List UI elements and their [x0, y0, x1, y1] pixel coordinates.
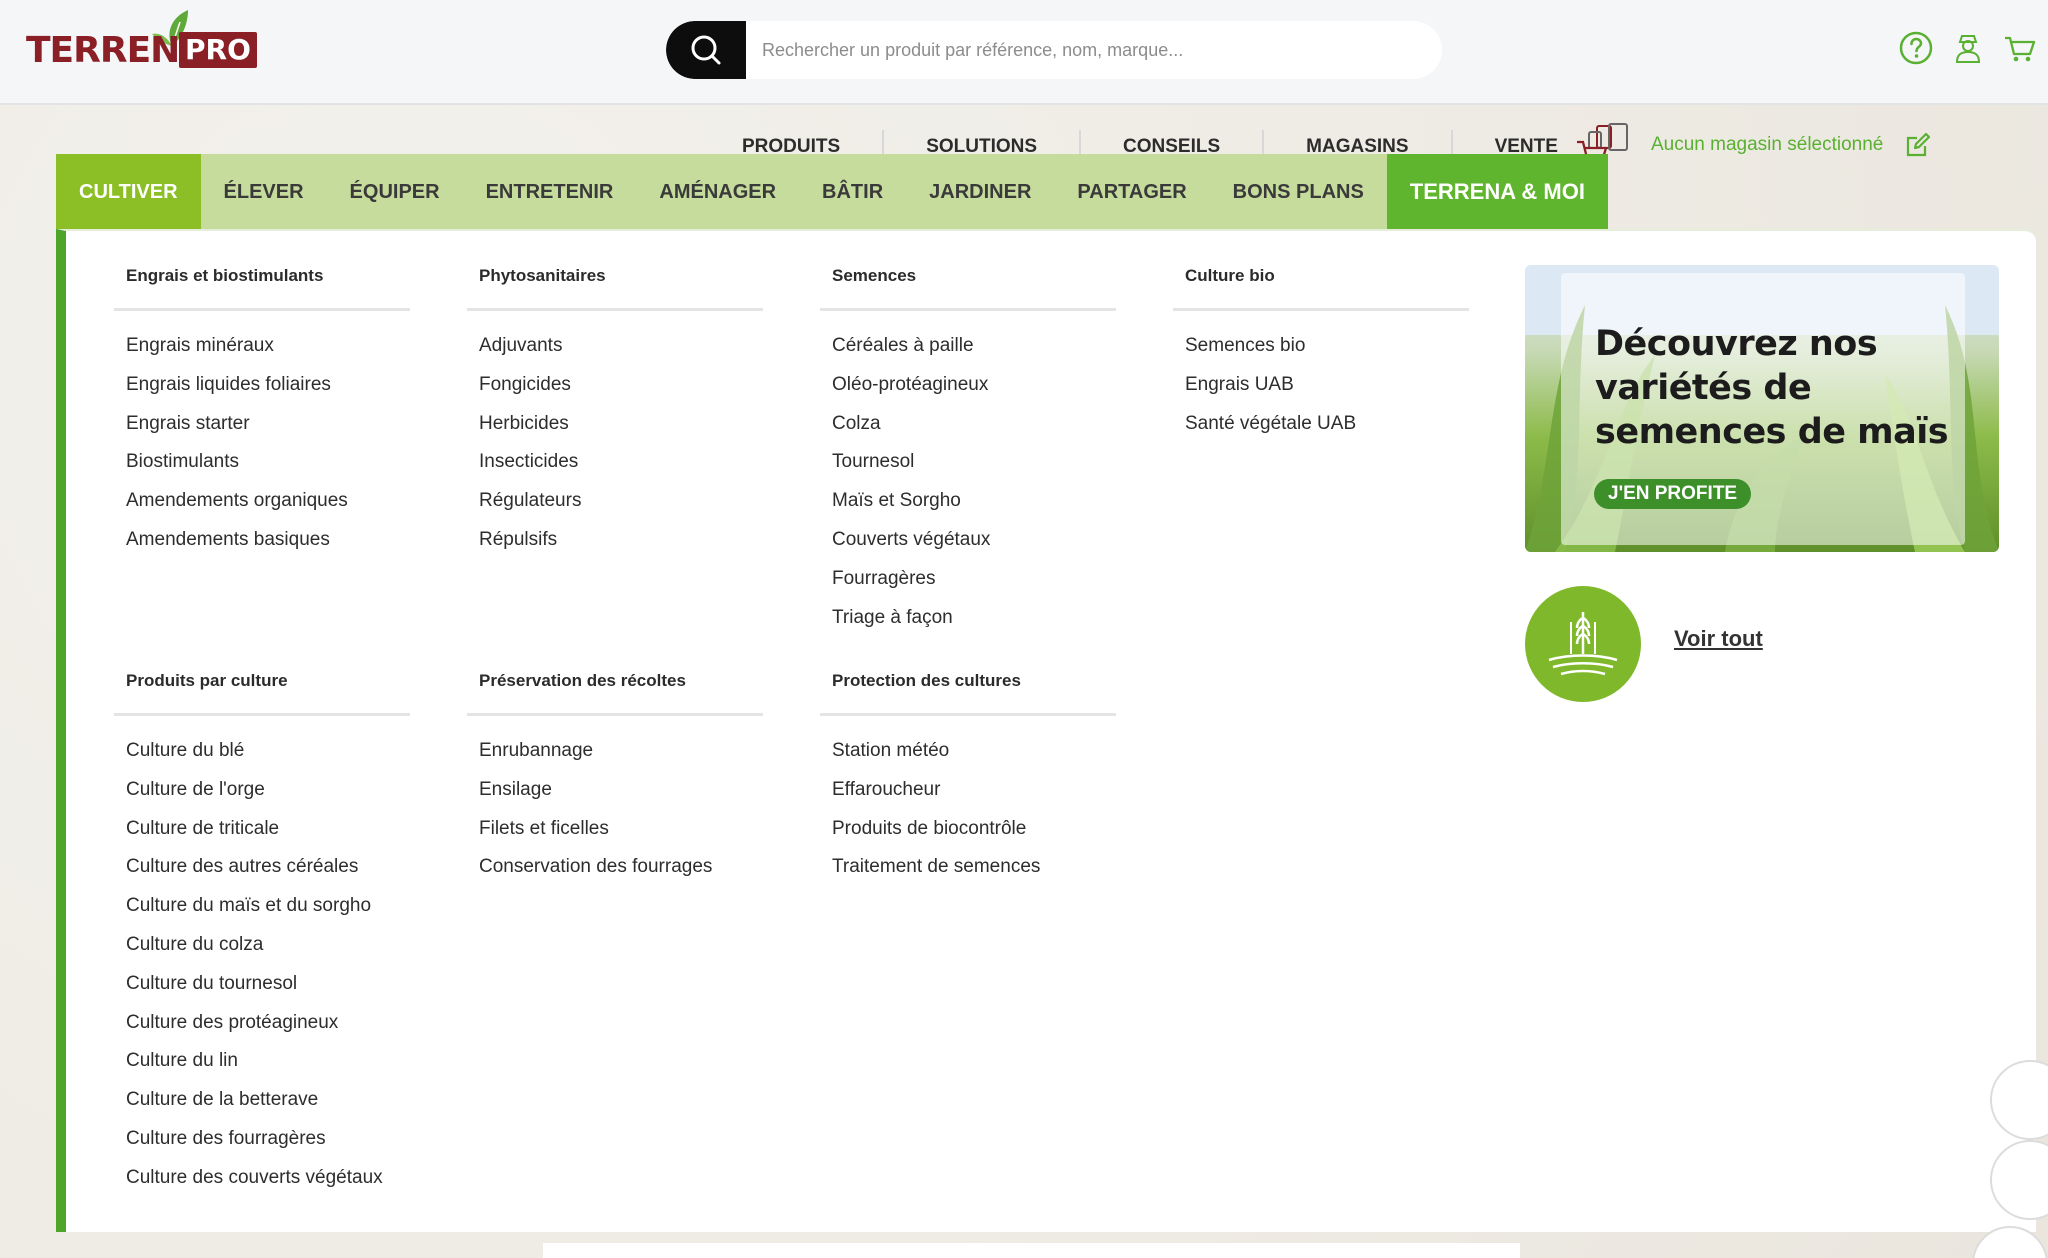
cart-icon[interactable] [2002, 30, 2038, 66]
category-link[interactable]: Régulateurs [479, 482, 763, 521]
category-link[interactable]: Colza [832, 405, 1116, 444]
menu-item-terrena-moi[interactable]: TERRENA & MOI [1386, 154, 1608, 230]
menu-item-jardiner[interactable]: JARDINER [906, 154, 1054, 230]
search-bar [666, 21, 1442, 79]
category-title[interactable]: Semences [820, 261, 1116, 311]
search-icon [691, 35, 721, 65]
category-link[interactable]: Produits de biocontrôle [832, 810, 1116, 849]
category-link[interactable]: Station météo [832, 732, 1116, 771]
category-link[interactable]: Engrais liquides foliaires [126, 366, 410, 405]
category-list: Enrubannage Ensilage Filets et ficelles … [467, 732, 763, 887]
category-title[interactable]: Engrais et biostimulants [114, 261, 410, 311]
category-list: Culture du blé Culture de l'orge Culture… [114, 732, 410, 1198]
category-link[interactable]: Adjuvants [479, 327, 763, 366]
voir-tout-link[interactable]: Voir tout [1674, 626, 1763, 652]
category-link[interactable]: Culture des protéagineux [126, 1004, 410, 1043]
category-column: Préservation des récoltes Enrubannage En… [467, 666, 763, 887]
category-column: Semences Céréales à paille Oléo-protéagi… [820, 261, 1116, 637]
category-list: Semences bio Engrais UAB Santé végétale … [1173, 327, 1469, 443]
category-list: Engrais minéraux Engrais liquides foliai… [114, 327, 410, 560]
category-link[interactable]: Traitement de semences [832, 848, 1116, 887]
category-link[interactable]: Oléo-protéagineux [832, 366, 1116, 405]
category-link[interactable]: Effaroucheur [832, 771, 1116, 810]
site-header: TERRENA PRO [0, 0, 2048, 105]
store-selector[interactable]: Aucun magasin sélectionné [1575, 122, 1931, 168]
category-list: Céréales à paille Oléo-protéagineux Colz… [820, 327, 1116, 637]
category-link[interactable]: Culture des fourragères [126, 1120, 410, 1159]
category-link[interactable]: Culture du tournesol [126, 965, 410, 1004]
account-icon[interactable] [1950, 30, 1986, 66]
category-link[interactable]: Semences bio [1185, 327, 1469, 366]
page-content-strip [543, 1243, 1520, 1258]
category-link[interactable]: Engrais UAB [1185, 366, 1469, 405]
menu-item-bons-plans[interactable]: BONS PLANS [1210, 154, 1387, 230]
category-link[interactable]: Culture du blé [126, 732, 410, 771]
category-column: Culture bio Semences bio Engrais UAB San… [1173, 261, 1469, 443]
category-link[interactable]: Ensilage [479, 771, 763, 810]
category-link[interactable]: Culture des autres céréales [126, 848, 410, 887]
voir-tout-illustration[interactable] [1525, 586, 1641, 702]
category-column: Produits par culture Culture du blé Cult… [114, 666, 410, 1198]
category-link[interactable]: Engrais minéraux [126, 327, 410, 366]
search-button[interactable] [666, 21, 746, 79]
category-link[interactable]: Santé végétale UAB [1185, 405, 1469, 444]
category-column: Phytosanitaires Adjuvants Fongicides Her… [467, 261, 763, 560]
category-link[interactable]: Fourragères [832, 560, 1116, 599]
category-column: Engrais et biostimulants Engrais minérau… [114, 261, 410, 560]
category-link[interactable]: Amendements organiques [126, 482, 410, 521]
main-menu-bar: CULTIVER ÉLEVER ÉQUIPER ENTRETENIR AMÉNA… [56, 154, 1608, 230]
category-title[interactable]: Protection des cultures [820, 666, 1116, 716]
category-link[interactable]: Culture du maïs et du sorgho [126, 887, 410, 926]
promo-cta-button[interactable]: J'EN PROFITE [1594, 479, 1752, 509]
category-list: Station météo Effaroucheur Produits de b… [820, 732, 1116, 887]
category-link[interactable]: Enrubannage [479, 732, 763, 771]
category-link[interactable]: Herbicides [479, 405, 763, 444]
category-link[interactable]: Culture du lin [126, 1042, 410, 1081]
menu-item-partager[interactable]: PARTAGER [1054, 154, 1209, 230]
category-link[interactable]: Insecticides [479, 443, 763, 482]
menu-item-equiper[interactable]: ÉQUIPER [327, 154, 463, 230]
search-input[interactable] [762, 21, 1422, 79]
category-title[interactable]: Phytosanitaires [467, 261, 763, 311]
category-link[interactable]: Triage à façon [832, 599, 1116, 638]
menu-item-entretenir[interactable]: ENTRETENIR [463, 154, 637, 230]
category-link[interactable]: Couverts végétaux [832, 521, 1116, 560]
category-column: Protection des cultures Station météo Ef… [820, 666, 1116, 887]
category-link[interactable]: Maïs et Sorgho [832, 482, 1116, 521]
category-title[interactable]: Préservation des récoltes [467, 666, 763, 716]
category-link[interactable]: Engrais starter [126, 405, 410, 444]
help-icon[interactable] [1898, 30, 1934, 66]
store-label: Aucun magasin sélectionné [1651, 134, 1884, 155]
category-link[interactable]: Culture de la betterave [126, 1081, 410, 1120]
menu-item-elever[interactable]: ÉLEVER [201, 154, 327, 230]
promo-title: Découvrez nos variétés de semences de ma… [1595, 324, 1949, 452]
category-link[interactable]: Filets et ficelles [479, 810, 763, 849]
category-link[interactable]: Biostimulants [126, 443, 410, 482]
menu-item-cultiver[interactable]: CULTIVER [56, 154, 201, 230]
category-link[interactable]: Fongicides [479, 366, 763, 405]
wheat-field-icon [1548, 612, 1618, 676]
menu-item-batir[interactable]: BÂTIR [799, 154, 906, 230]
category-list: Adjuvants Fongicides Herbicides Insectic… [467, 327, 763, 560]
category-link[interactable]: Conservation des fourrages [479, 848, 763, 887]
category-link[interactable]: Culture de triticale [126, 810, 410, 849]
category-title[interactable]: Produits par culture [114, 666, 410, 716]
category-title[interactable]: Culture bio [1173, 261, 1469, 311]
category-link[interactable]: Amendements basiques [126, 521, 410, 560]
category-link[interactable]: Culture du colza [126, 926, 410, 965]
category-link[interactable]: Répulsifs [479, 521, 763, 560]
category-link[interactable]: Céréales à paille [832, 327, 1116, 366]
menu-item-amenager[interactable]: AMÉNAGER [636, 154, 799, 230]
edit-icon[interactable] [1905, 132, 1931, 158]
logo-pro-badge: PRO [179, 32, 257, 68]
terrena-pro-logo[interactable]: TERRENA PRO [26, 8, 257, 71]
category-link[interactable]: Tournesol [832, 443, 1116, 482]
category-link[interactable]: Culture de l'orge [126, 771, 410, 810]
category-link[interactable]: Culture des couverts végétaux [126, 1159, 410, 1198]
